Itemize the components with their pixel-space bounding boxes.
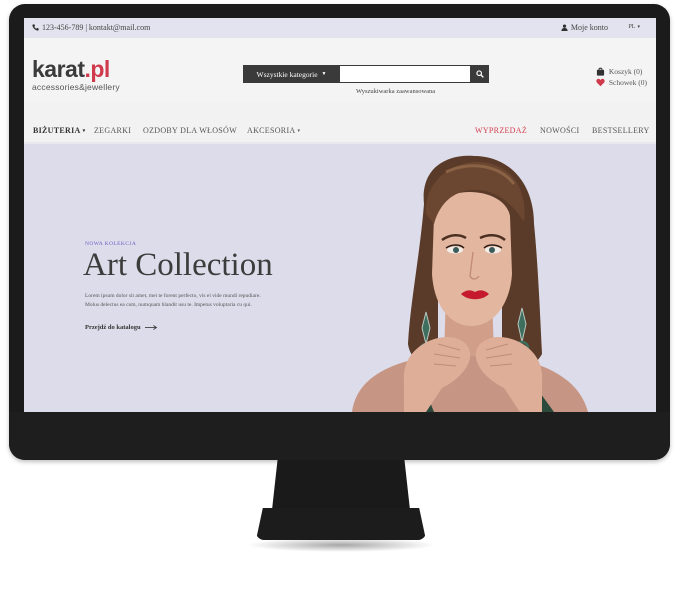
nav-item-jewellery[interactable]: BIŻUTERIA ▾: [33, 126, 85, 135]
nav-label: NOWOŚCI: [540, 126, 580, 135]
logo-tagline: accessories&jewellery: [32, 82, 120, 92]
nav-label: BESTSELLERY: [592, 126, 650, 135]
nav-item-new[interactable]: NOWOŚCI: [540, 126, 579, 135]
contact-info: 123-456-789 | kontakt@mail.com: [32, 23, 150, 32]
chevron-down-icon: ▾: [82, 128, 86, 134]
main-navigation: BIŻUTERIA ▾ ZEGARKI OZDOBY DLA WŁOSÓW AK…: [24, 122, 656, 142]
account-link[interactable]: Moje konto: [561, 23, 608, 32]
catalog-link-label: Przejdź do katalogu: [85, 324, 141, 331]
nav-label: WYPRZEDAŻ: [475, 126, 528, 135]
nav-label: ZEGARKI: [94, 126, 132, 135]
shopping-bag-icon: [596, 67, 604, 76]
logo-main: karat: [32, 56, 85, 82]
hero-description: Lorem ipsum dolor sit amet, mei te foren…: [85, 292, 315, 310]
hero-description-line: Molus delectus ea cum, numquam blandit u…: [85, 302, 252, 308]
logo-accent: .pl: [84, 56, 110, 82]
nav-label: BIŻUTERIA: [33, 126, 81, 135]
advanced-search-link[interactable]: Wyszukiwarka zaawansowana: [356, 88, 435, 95]
nav-item-accessories[interactable]: AKCESORIA ▾: [247, 126, 300, 135]
cart-link[interactable]: Koszyk (0): [596, 66, 647, 77]
user-icon: [561, 24, 568, 31]
top-bar: 123-456-789 | kontakt@mail.com Moje kont…: [24, 18, 656, 38]
monitor-chin: [9, 412, 670, 460]
hero-description-line: Lorem ipsum dolor sit amet, mei te foren…: [85, 293, 261, 299]
hero-banner: NOWA KOLEKCJA Art Collection Lorem ipsum…: [24, 144, 656, 412]
nav-item-bestsellers[interactable]: BESTSELLERY: [592, 126, 650, 135]
heart-icon: [596, 78, 605, 87]
website-screen: 123-456-789 | kontakt@mail.com Moje kont…: [24, 18, 656, 412]
search-icon: [476, 70, 484, 78]
caret-down-icon: ▼: [321, 71, 327, 77]
cart-wishlist: Koszyk (0) Schowek (0): [596, 66, 647, 88]
monitor-neck: [272, 460, 410, 510]
model-photo: [352, 155, 588, 412]
language-label: PL: [628, 24, 636, 30]
hero-title: Art Collection: [83, 247, 273, 283]
search-category-label: Wszystkie kategorie: [256, 69, 318, 79]
nav-item-watches[interactable]: ZEGARKI: [94, 126, 131, 135]
nav-label: AKCESORIA: [247, 126, 296, 135]
search-input[interactable]: [340, 65, 471, 83]
arrow-right-icon: [144, 325, 157, 330]
search-button[interactable]: [471, 65, 489, 83]
nav-item-hair-accessories[interactable]: OZDOBY DLA WŁOSÓW: [143, 126, 237, 135]
chevron-down-icon: ▾: [637, 25, 640, 30]
chevron-down-icon: ▾: [297, 128, 301, 134]
search-category-dropdown[interactable]: Wszystkie kategorie ▼: [243, 65, 340, 83]
account-label: Moje konto: [570, 23, 608, 32]
catalog-link[interactable]: Przejdź do katalogu: [85, 324, 157, 331]
nav-item-sale[interactable]: WYPRZEDAŻ: [475, 126, 527, 135]
wishlist-link[interactable]: Schowek (0): [596, 77, 647, 88]
language-selector[interactable]: PL ▾: [628, 24, 640, 30]
cart-label: Koszyk (0): [608, 67, 643, 76]
phone-icon: [32, 24, 39, 31]
wishlist-label: Schowek (0): [608, 78, 647, 87]
monitor-stand: [256, 508, 426, 540]
search-bar: Wszystkie kategorie ▼: [243, 65, 489, 83]
nav-label: OZDOBY DLA WŁOSÓW: [143, 126, 237, 135]
stand-shadow: [246, 538, 436, 552]
contact-text: 123-456-789 | kontakt@mail.com: [42, 23, 151, 32]
site-logo[interactable]: karat.pl accessories&jewellery: [32, 56, 120, 93]
